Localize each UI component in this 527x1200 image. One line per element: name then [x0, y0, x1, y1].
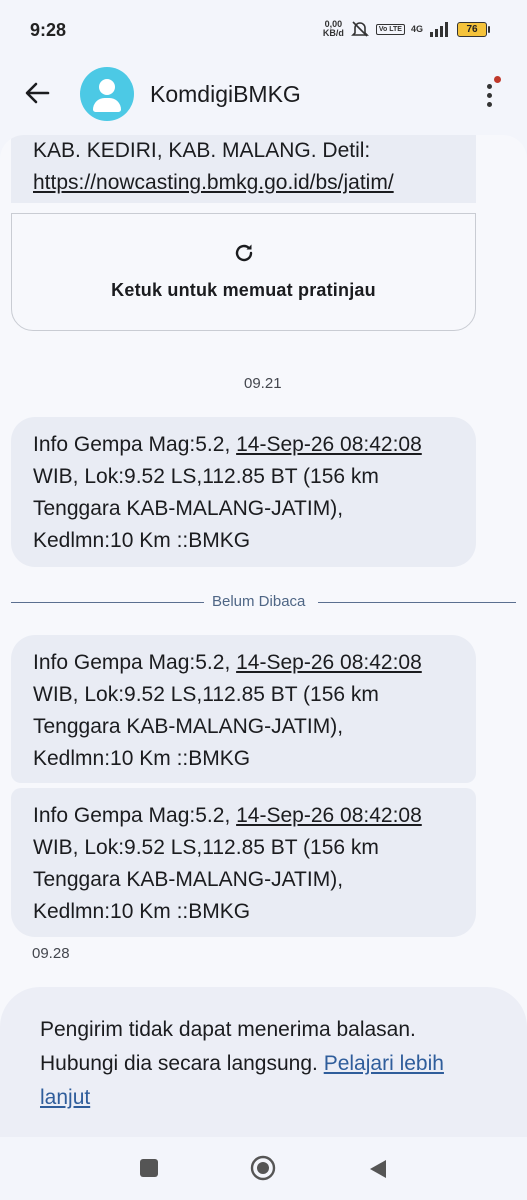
notification-dot: [494, 76, 501, 83]
link-preview-card[interactable]: Ketuk untuk memuat pratinjau: [11, 213, 476, 331]
status-icons: 0,00 KB/d Vo LTE 4G 76: [322, 18, 490, 40]
message-bubble[interactable]: Info Gempa Mag:5.2, 14-Sep-26 08:42:08 W…: [11, 417, 476, 567]
unread-divider-line: [11, 602, 204, 603]
contact-name[interactable]: KomdigiBMKG: [150, 81, 301, 108]
battery-icon: 76: [457, 21, 490, 37]
timestamp: 09.28: [32, 945, 70, 962]
volte-badge: Vo LTE: [375, 23, 405, 35]
date-link[interactable]: 14-Sep-26 08:42:08: [236, 433, 422, 456]
no-reply-notice: Pengirim tidak dapat menerima balasan. H…: [0, 987, 527, 1147]
timestamp: 09.21: [244, 375, 282, 392]
back-triangle-icon[interactable]: [366, 1157, 390, 1181]
message-bubble[interactable]: Info Gempa Mag:5.2, 14-Sep-26 08:42:08 W…: [11, 635, 476, 783]
net-speed: 0,00 KB/d: [322, 19, 344, 38]
unread-divider: Belum Dibaca: [212, 593, 306, 610]
message-bubble-partial[interactable]: KAB. KEDIRI, KAB. MALANG. Detil: https:/…: [11, 135, 476, 203]
message-bubble[interactable]: Info Gempa Mag:5.2, 14-Sep-26 08:42:08 W…: [11, 788, 476, 937]
back-arrow-icon[interactable]: [22, 78, 52, 108]
date-link[interactable]: 14-Sep-26 08:42:08: [236, 804, 422, 827]
network-type: 4G: [410, 24, 423, 34]
status-bar: 9:28 0,00 KB/d Vo LTE 4G 76: [0, 0, 527, 60]
status-time: 9:28: [30, 20, 67, 40]
more-vert-icon[interactable]: [478, 76, 502, 112]
recents-square-icon[interactable]: [140, 1159, 158, 1177]
home-circle-icon[interactable]: [250, 1155, 276, 1181]
avatar-person-icon[interactable]: [80, 67, 134, 121]
message-text: KAB. KEDIRI, KAB. MALANG. Detil:: [33, 139, 371, 162]
system-nav-bar: [0, 1137, 527, 1200]
signal-icon: [430, 22, 448, 37]
preview-label: Ketuk untuk memuat pratinjau: [111, 280, 376, 300]
unread-divider-line: [318, 602, 516, 603]
conversation-header: KomdigiBMKG: [0, 60, 527, 135]
refresh-icon: [235, 244, 253, 262]
date-link[interactable]: 14-Sep-26 08:42:08: [236, 651, 422, 674]
message-link[interactable]: https://nowcasting.bmkg.go.id/bs/jatim/: [33, 167, 473, 199]
mute-alarm-icon: [350, 21, 369, 37]
